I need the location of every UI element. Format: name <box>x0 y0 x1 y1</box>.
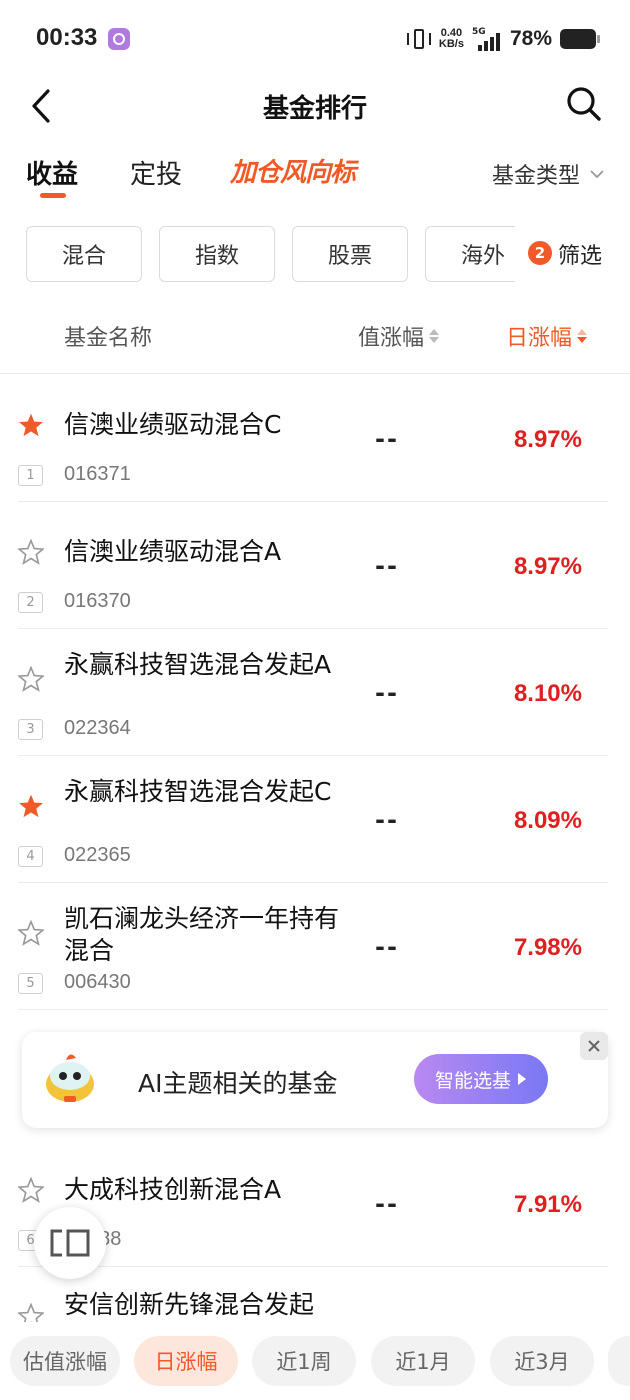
daily-change-value: 8.97% <box>513 553 582 580</box>
switch-window-icon <box>50 1229 90 1257</box>
rank-badge: 1 <box>18 465 43 486</box>
estimated-change-value: -- <box>375 425 399 453</box>
fund-name: 永赢科技智选混合发起A <box>64 650 332 679</box>
fund-name: 大成科技创新混合A <box>64 1175 282 1204</box>
daily-change-value: 8.97% <box>513 426 582 453</box>
rank-badge: 3 <box>18 719 43 740</box>
star-outline-icon[interactable] <box>18 1177 44 1203</box>
filter-label[interactable]: 筛选 <box>558 238 602 270</box>
fund-code: 006430 <box>64 971 131 993</box>
rank-badge: 4 <box>18 846 43 867</box>
status-time: 00:33 <box>36 24 98 51</box>
star-outline-icon[interactable] <box>18 1303 44 1322</box>
star-outline-icon[interactable] <box>18 666 44 692</box>
page-header: 基金排行 <box>0 78 630 134</box>
play-arrow-icon <box>518 1073 526 1085</box>
ai-mascot-icon <box>46 1054 94 1102</box>
star-filled-icon[interactable] <box>18 793 44 819</box>
search-icon[interactable] <box>566 86 602 122</box>
sort-chip-daily[interactable]: 日涨幅 <box>134 1336 238 1386</box>
estimated-change-value: -- <box>375 933 399 961</box>
fund-row[interactable]: 凯石澜龙头经济一年持有混合 5 006430 -- 7.98% <box>0 883 630 1010</box>
network-speed: 0.40 KB/s <box>439 28 464 50</box>
fund-row[interactable]: 信澳业绩驱动混合C 1 016371 -- 8.97% <box>0 375 630 502</box>
fund-row[interactable]: 永赢科技智选混合发起C 4 022365 -- 8.09% <box>0 756 630 883</box>
daily-change-value: 8.09% <box>513 807 582 834</box>
tab-sip[interactable]: 定投 <box>130 154 182 191</box>
filter-count-badge: 2 <box>528 241 552 265</box>
page-title: 基金排行 <box>262 94 367 124</box>
fund-type-label: 基金类型 <box>491 164 580 189</box>
filter-row: 混合 指数 股票 海外 2 筛选 <box>0 226 630 282</box>
app-notification-icon <box>108 28 130 50</box>
column-estimated-change-label: 值涨幅 <box>358 326 425 351</box>
tab-income[interactable]: 收益 <box>26 154 78 191</box>
daily-change-value: 7.98% <box>513 934 582 961</box>
daily-change-value: 8.10% <box>513 680 582 707</box>
sort-desc-icon <box>577 329 588 343</box>
star-filled-icon[interactable] <box>18 412 44 438</box>
estimated-change-value: -- <box>375 806 399 834</box>
column-estimated-change[interactable]: 值涨幅 <box>358 320 440 352</box>
fund-name: 信澳业绩驱动混合C <box>64 410 282 439</box>
star-outline-icon[interactable] <box>18 539 44 565</box>
fund-code: 022365 <box>64 844 131 866</box>
tab-position-indicator[interactable]: 加仓风向标 <box>230 152 356 189</box>
rank-badge: 5 <box>18 973 43 994</box>
sort-chip-estimated[interactable]: 估值涨幅 <box>10 1336 120 1386</box>
tab-active-underline <box>40 193 66 198</box>
sort-icon <box>429 329 440 343</box>
smart-select-button[interactable]: 智能选基 <box>414 1054 548 1104</box>
filter-chip-mixed[interactable]: 混合 <box>26 226 142 282</box>
sort-chip-3month[interactable]: 近3月 <box>490 1336 594 1386</box>
ai-banner-text: AI主题相关的基金 <box>138 1069 338 1098</box>
fund-code: 016371 <box>64 463 131 485</box>
fund-code: 022364 <box>64 717 131 739</box>
smart-select-label: 智能选基 <box>434 1069 511 1092</box>
column-daily-change-label: 日涨幅 <box>506 326 573 351</box>
fund-row[interactable]: 永赢科技智选混合发起A 3 022364 -- 8.10% <box>0 629 630 756</box>
estimated-change-value: -- <box>375 679 399 707</box>
fund-row[interactable]: 信澳业绩驱动混合A 2 016370 -- 8.97% <box>0 502 630 629</box>
battery-icon <box>560 29 600 49</box>
fund-row[interactable]: 安信创新先锋混合发起 <box>0 1289 630 1322</box>
fund-name: 永赢科技智选混合发起C <box>64 777 332 806</box>
network-speed-unit: KB/s <box>438 38 464 50</box>
sort-chip-1month[interactable]: 近1月 <box>371 1336 475 1386</box>
fund-name: 信澳业绩驱动混合A <box>64 537 282 566</box>
floating-switch-button[interactable] <box>34 1207 106 1279</box>
fund-code: 016370 <box>64 590 131 612</box>
filter-chip-index[interactable]: 指数 <box>159 226 275 282</box>
estimated-change-value: -- <box>375 1190 399 1218</box>
fund-type-dropdown[interactable]: 基金类型 <box>492 158 604 190</box>
fund-name: 安信创新先锋混合发起 <box>64 1290 315 1319</box>
chevron-down-icon <box>590 170 604 179</box>
rank-badge: 2 <box>18 592 43 613</box>
main-tabs: 收益 定投 加仓风向标 基金类型 <box>0 150 630 204</box>
sort-chip-1week[interactable]: 近1周 <box>252 1336 356 1386</box>
bottom-sort-bar: 估值涨幅 日涨幅 近1周 近1月 近3月 <box>0 1322 630 1400</box>
column-daily-change[interactable]: 日涨幅 <box>506 320 588 352</box>
ai-fund-banner[interactable]: AI主题相关的基金 智能选基 <box>22 1032 608 1128</box>
star-outline-icon[interactable] <box>18 920 44 946</box>
close-icon[interactable] <box>580 1032 608 1060</box>
signal-icon: 5G <box>472 27 502 51</box>
status-indicators: 0.40 KB/s 5G 78% <box>406 24 600 54</box>
battery-percent: 78% <box>509 27 552 50</box>
daily-change-value: 7.91% <box>513 1191 582 1218</box>
fund-name: 凯石澜龙头经济一年持有混合 <box>64 904 340 965</box>
sort-chip-more[interactable] <box>608 1336 630 1386</box>
estimated-change-value: -- <box>375 552 399 580</box>
column-header: 基金名称 值涨幅 日涨幅 <box>0 300 630 374</box>
filter-chip-stock[interactable]: 股票 <box>292 226 408 282</box>
vibrate-icon <box>406 28 431 50</box>
status-bar: 00:33 0.40 KB/s 5G 78% <box>0 0 630 78</box>
column-fund-name: 基金名称 <box>64 326 153 351</box>
